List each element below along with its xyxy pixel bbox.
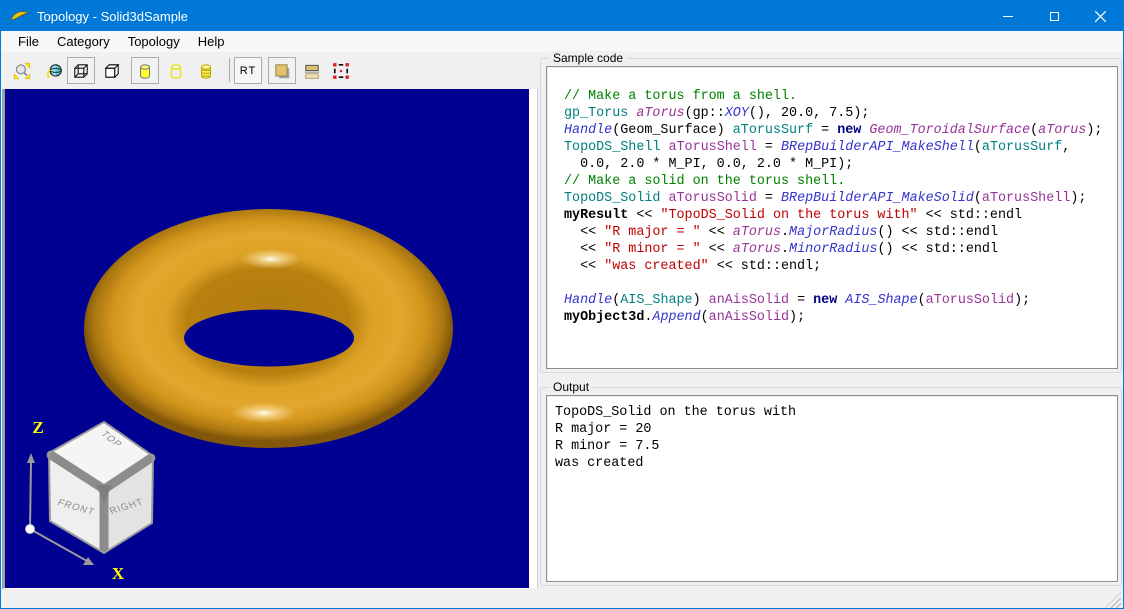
menu-file[interactable]: File [9, 32, 48, 51]
toolbar-separator [229, 58, 230, 82]
app-window: Topology - Solid3dSample File Category T… [0, 0, 1124, 609]
titlebar[interactable]: Topology - Solid3dSample [1, 1, 1123, 31]
close-icon [1095, 11, 1106, 22]
rotate-view-button[interactable] [40, 57, 68, 84]
view-cube[interactable]: TOP FRONT RIGHT [49, 422, 153, 553]
rotate-view-icon [45, 62, 63, 80]
transparency-icon [303, 62, 321, 80]
raytracing-button[interactable]: RT [234, 57, 262, 84]
output-area[interactable]: TopoDS_Solid on the torus withR major = … [546, 395, 1118, 582]
raytracing-label: RT [240, 65, 256, 77]
wireframe-cube-icon [72, 62, 90, 80]
close-button[interactable] [1077, 1, 1123, 31]
statusbar [1, 589, 1123, 609]
panel-splitter[interactable] [529, 89, 538, 588]
viewport-3d[interactable]: Z X TOP FRONT RIGHT [2, 89, 529, 589]
minimize-icon [1003, 16, 1013, 17]
shaded-cube-button[interactable] [98, 57, 126, 84]
torus-highlight-bottom [232, 403, 296, 423]
app-icon [10, 8, 30, 24]
sample-code-label: Sample code [549, 51, 627, 65]
output-groupbox: Output TopoDS_Solid on the torus withR m… [540, 387, 1122, 586]
output-label: Output [549, 380, 593, 394]
viewport-scene: Z X TOP FRONT RIGHT [5, 89, 529, 588]
menu-topology[interactable]: Topology [119, 32, 189, 51]
torus-highlight-top [241, 249, 301, 269]
cylinder-shaded-button[interactable] [131, 57, 159, 84]
selection-mode-button[interactable] [327, 57, 355, 84]
window-title: Topology - Solid3dSample [37, 9, 188, 24]
shaded-cube-icon [103, 62, 121, 80]
menubar: File Category Topology Help [1, 31, 1123, 52]
minimize-button[interactable] [985, 1, 1031, 31]
cylinder-hlr-button[interactable] [192, 57, 220, 84]
maximize-button[interactable] [1031, 1, 1077, 31]
selection-mode-icon [332, 62, 350, 80]
shading-mode-icon [273, 62, 291, 80]
cylinder-hlr-icon [197, 62, 215, 80]
zoom-fit-button[interactable] [8, 57, 36, 84]
shading-mode-button[interactable] [268, 57, 296, 84]
menu-category[interactable]: Category [48, 32, 119, 51]
sample-code-groupbox: Sample code // Make a torus from a shell… [540, 58, 1122, 373]
torus-shape [84, 209, 453, 448]
cylinder-shaded-icon [136, 62, 154, 80]
axis-label-z: Z [32, 418, 43, 437]
menu-help[interactable]: Help [189, 32, 234, 51]
cylinder-wireframe-icon [167, 62, 185, 80]
resize-grip-icon[interactable] [1105, 592, 1121, 608]
sample-code-area[interactable]: // Make a torus from a shell.gp_Torus aT… [546, 66, 1118, 369]
transparency-button[interactable] [298, 57, 326, 84]
zoom-fit-icon [13, 62, 31, 80]
wireframe-cube-button[interactable] [67, 57, 95, 84]
axis-label-x: X [112, 564, 125, 583]
maximize-icon [1050, 12, 1059, 21]
cylinder-wireframe-button[interactable] [162, 57, 190, 84]
